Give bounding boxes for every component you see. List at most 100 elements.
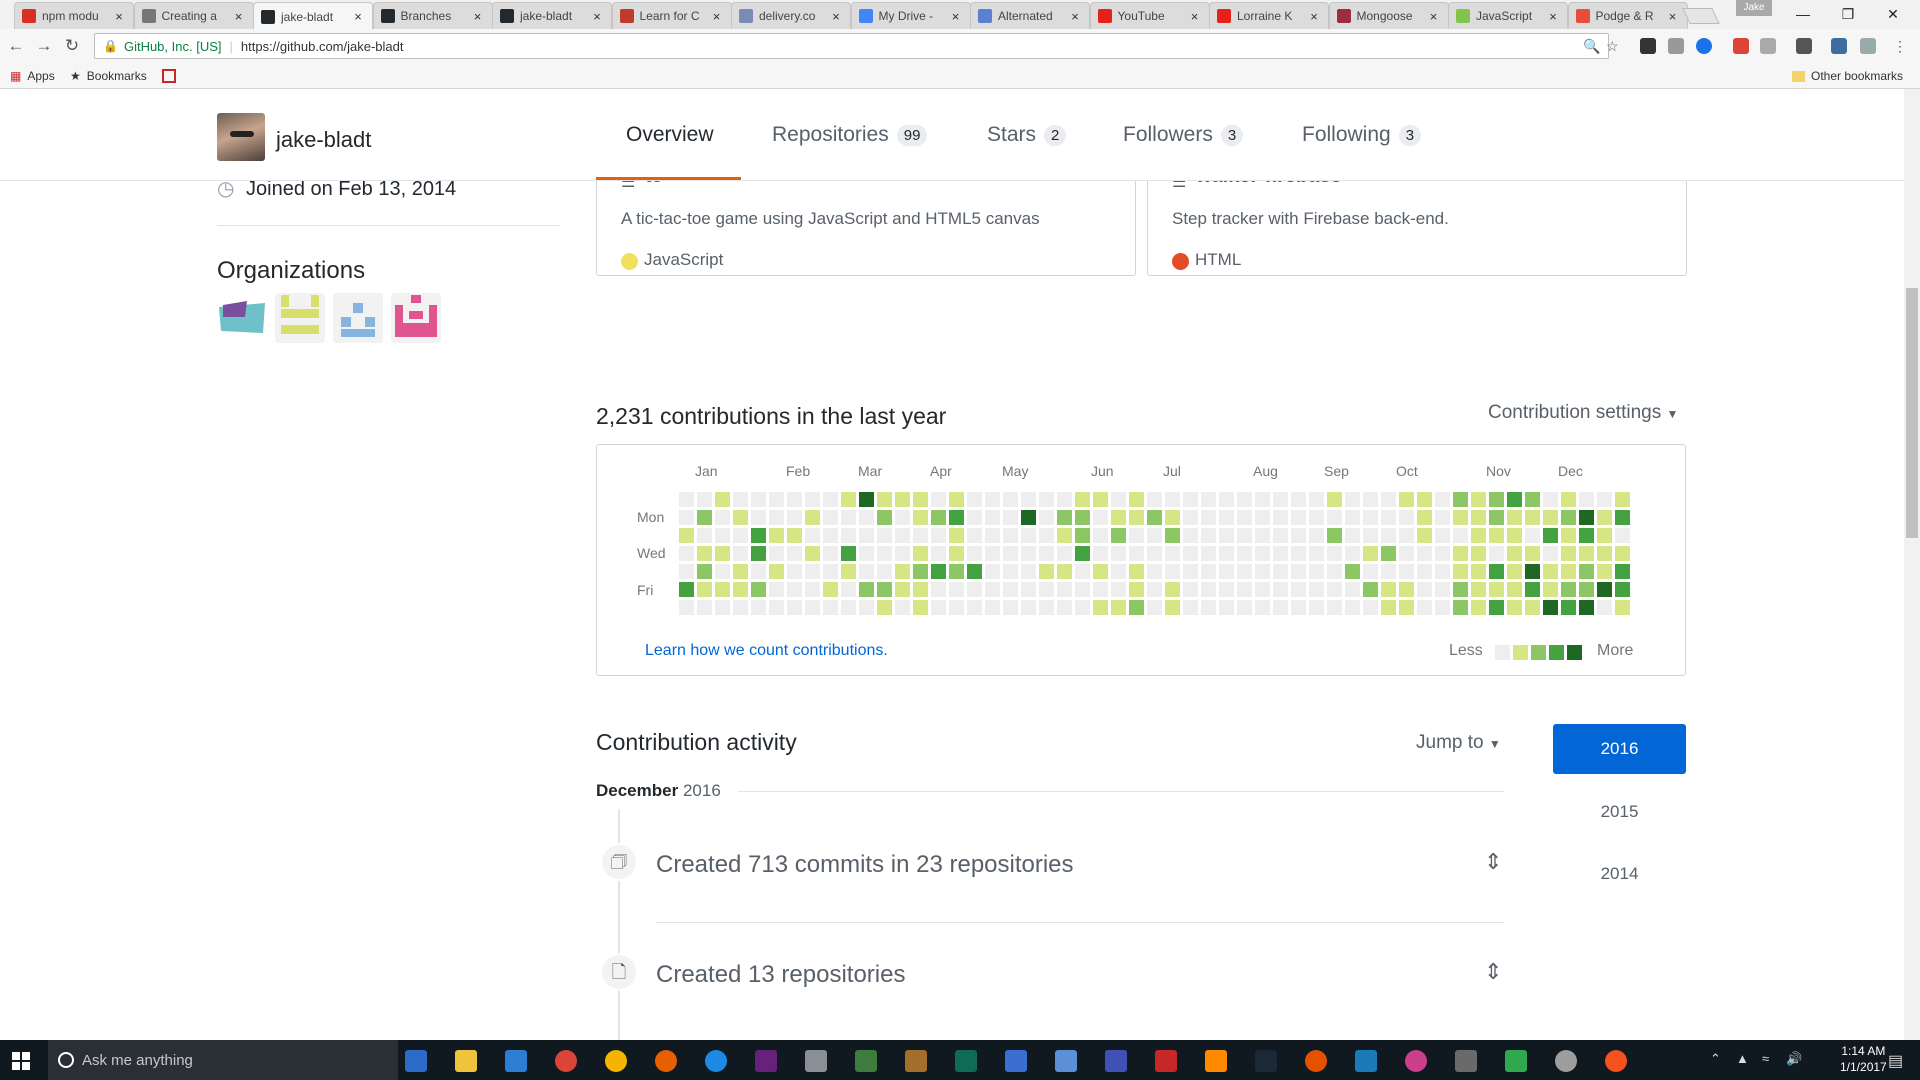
contribution-day[interactable] [1147, 582, 1162, 597]
year-button-2015[interactable]: 2015 [1553, 787, 1686, 837]
contribution-day[interactable] [1111, 564, 1126, 579]
visual-studio-icon[interactable] [755, 1050, 777, 1072]
contribution-day[interactable] [1237, 582, 1252, 597]
contribution-day[interactable] [1219, 564, 1234, 579]
contribution-day[interactable] [679, 546, 694, 561]
contribution-day[interactable] [1381, 492, 1396, 507]
contribution-day[interactable] [1039, 546, 1054, 561]
other-bookmarks[interactable]: Other bookmarks [1792, 69, 1903, 83]
contribution-day[interactable] [733, 582, 748, 597]
contribution-day[interactable] [913, 510, 928, 525]
contribution-day[interactable] [733, 546, 748, 561]
contribution-day[interactable] [1489, 546, 1504, 561]
contribution-day[interactable] [823, 582, 838, 597]
tray-chevron-icon[interactable]: ⌃ [1710, 1051, 1721, 1067]
contribution-day[interactable] [1057, 492, 1072, 507]
contribution-day[interactable] [1489, 492, 1504, 507]
browser-tab[interactable]: YouTube × [1089, 2, 1210, 29]
contribution-day[interactable] [1219, 492, 1234, 507]
terminal-icon[interactable] [955, 1050, 977, 1072]
contribution-day[interactable] [1003, 600, 1018, 615]
close-tab-icon[interactable]: × [350, 9, 366, 24]
virtualbox-icon[interactable] [1055, 1050, 1077, 1072]
contribution-day[interactable] [733, 492, 748, 507]
contribution-day[interactable] [967, 528, 982, 543]
contribution-day[interactable] [1273, 582, 1288, 597]
contribution-day[interactable] [1327, 600, 1342, 615]
contribution-day[interactable] [1435, 546, 1450, 561]
contribution-day[interactable] [949, 600, 964, 615]
contribution-day[interactable] [1165, 564, 1180, 579]
contribution-day[interactable] [805, 546, 820, 561]
contribution-day[interactable] [1273, 546, 1288, 561]
contribution-day[interactable] [751, 600, 766, 615]
close-window-icon[interactable]: ✕ [1882, 4, 1904, 24]
contribution-day[interactable] [1147, 492, 1162, 507]
taskbar-app-icon[interactable] [1305, 1050, 1327, 1072]
contribution-day[interactable] [715, 546, 730, 561]
contribution-day[interactable] [1489, 510, 1504, 525]
contribution-day[interactable] [1435, 492, 1450, 507]
contribution-day[interactable] [1453, 528, 1468, 543]
contribution-day[interactable] [1237, 510, 1252, 525]
close-tab-icon[interactable]: × [1067, 9, 1083, 24]
contribution-day[interactable] [823, 600, 838, 615]
close-tab-icon[interactable]: × [111, 9, 127, 24]
contribution-day[interactable] [679, 600, 694, 615]
contribution-day[interactable] [877, 528, 892, 543]
contribution-day[interactable] [859, 600, 874, 615]
contribution-day[interactable] [1291, 582, 1306, 597]
contribution-day[interactable] [1561, 600, 1576, 615]
contribution-day[interactable] [1435, 582, 1450, 597]
org-avatar-code-montage[interactable] [217, 293, 267, 343]
contribution-day[interactable] [1579, 492, 1594, 507]
contribution-day[interactable] [1615, 582, 1630, 597]
contribution-day[interactable] [1543, 528, 1558, 543]
contribution-day[interactable] [1345, 510, 1360, 525]
cortana-search-box[interactable]: Ask me anything [48, 1040, 398, 1080]
close-tab-icon[interactable]: × [709, 9, 725, 24]
contribution-day[interactable] [913, 528, 928, 543]
contribution-day[interactable] [1201, 510, 1216, 525]
contribution-day[interactable] [895, 546, 910, 561]
contribution-day[interactable] [877, 546, 892, 561]
browser-tab[interactable]: Mongoose × [1328, 2, 1449, 29]
contribution-day[interactable] [751, 546, 766, 561]
contribution-day[interactable] [931, 510, 946, 525]
browser-tab[interactable]: Learn for C × [611, 2, 732, 29]
contribution-day[interactable] [1201, 582, 1216, 597]
contribution-day[interactable] [1093, 528, 1108, 543]
contribution-day[interactable] [787, 528, 802, 543]
contribution-day[interactable] [1345, 600, 1360, 615]
contribution-day[interactable] [1147, 546, 1162, 561]
contribution-day[interactable] [1597, 564, 1612, 579]
system-clock[interactable]: 1:14 AM 1/1/2017 [1840, 1043, 1887, 1075]
contribution-day[interactable] [967, 564, 982, 579]
contribution-day[interactable] [1237, 492, 1252, 507]
contribution-day[interactable] [1021, 492, 1036, 507]
contribution-day[interactable] [1039, 600, 1054, 615]
contribution-day[interactable] [1291, 600, 1306, 615]
contribution-day[interactable] [1471, 492, 1486, 507]
contribution-day[interactable] [985, 546, 1000, 561]
contribution-day[interactable] [1291, 492, 1306, 507]
contribution-day[interactable] [1579, 510, 1594, 525]
contribution-day[interactable] [1147, 528, 1162, 543]
contribution-day[interactable] [841, 546, 856, 561]
contribution-day[interactable] [967, 600, 982, 615]
contribution-day[interactable] [1129, 528, 1144, 543]
contribution-day[interactable] [1093, 492, 1108, 507]
contribution-day[interactable] [841, 564, 856, 579]
back-icon[interactable]: ← [6, 36, 26, 56]
contribution-day[interactable] [841, 510, 856, 525]
taskbar-app-icon[interactable] [505, 1050, 527, 1072]
contribution-day[interactable] [697, 582, 712, 597]
close-tab-icon[interactable]: × [589, 9, 605, 24]
contribution-day[interactable] [715, 564, 730, 579]
contribution-day[interactable] [1309, 564, 1324, 579]
contribution-day[interactable] [931, 582, 946, 597]
browser-tab[interactable]: Podge & R × [1567, 2, 1688, 29]
contribution-day[interactable] [751, 510, 766, 525]
contribution-day[interactable] [1615, 564, 1630, 579]
contribution-day[interactable] [1093, 564, 1108, 579]
